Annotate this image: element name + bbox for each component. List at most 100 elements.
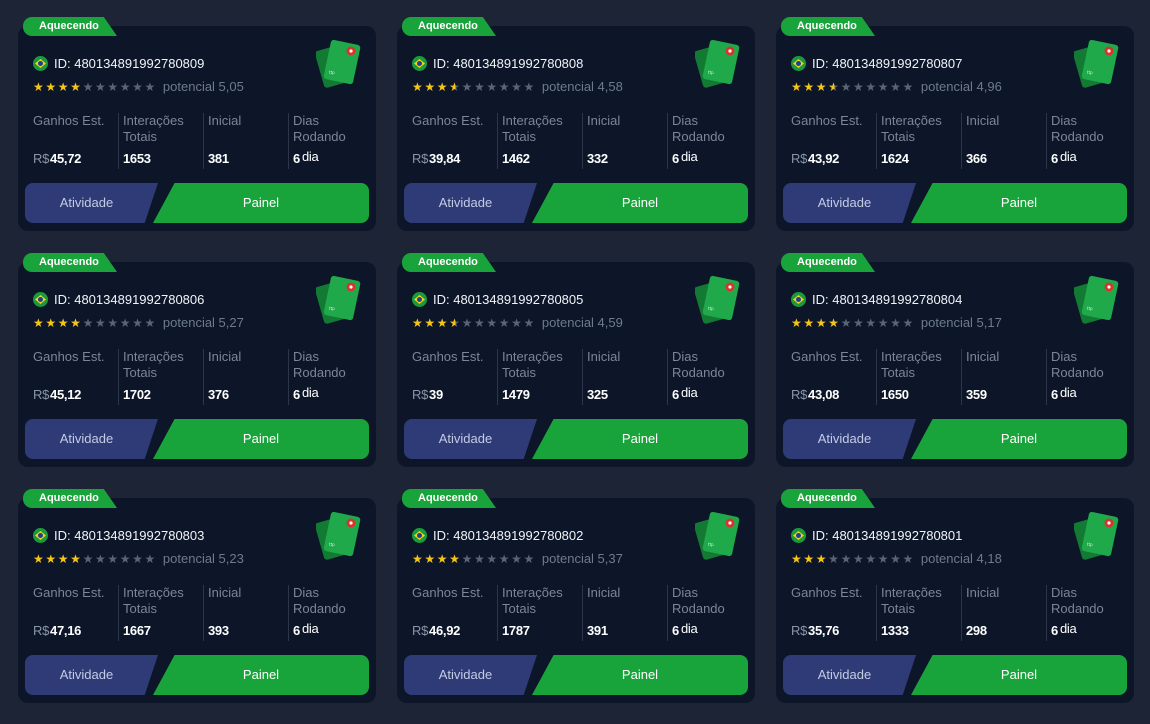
initial-value: 376 <box>208 387 229 402</box>
star-icon: ★ <box>865 551 877 566</box>
potential-text: potencial 5,27 <box>162 315 244 330</box>
stat-earnings: Ganhos Est. R$35,76 <box>791 585 876 641</box>
status-badge: Aquecendo <box>402 17 496 36</box>
brazil-flag-icon <box>412 56 427 71</box>
days-unit: dia <box>1059 621 1077 636</box>
star-icon: ★ <box>498 551 510 566</box>
activity-button[interactable]: Atividade <box>404 655 537 695</box>
activity-button[interactable]: Atividade <box>783 655 916 695</box>
panel-button[interactable]: Painel <box>153 655 369 695</box>
currency-symbol: R$ <box>791 387 808 402</box>
stat-label: Inicial <box>587 349 621 364</box>
panel-button[interactable]: Painel <box>153 419 369 459</box>
activity-button[interactable]: Atividade <box>404 419 537 459</box>
star-icon: ★ <box>511 79 522 94</box>
star-icon: ★ <box>523 79 535 94</box>
star-icon: ★ <box>94 551 106 566</box>
star-rating: ★ ★ ★ ★ ★ ★ ★ ★ ★ ★ <box>791 316 915 330</box>
interactions-value: 1787 <box>502 623 530 638</box>
sim-cards-icon: ttp <box>1074 275 1119 324</box>
star-icon: ★ <box>828 79 839 94</box>
earnings-value: 45,72 <box>50 151 82 166</box>
stat-earnings: Ganhos Est. R$43,92 <box>791 113 876 169</box>
stats-row: Ganhos Est. R$43,08 Interações Totais 16… <box>791 349 1131 405</box>
star-icon: ★ <box>82 551 94 566</box>
stat-value: 6 dia <box>672 149 698 166</box>
stat-days: Dias Rodando 6 dia <box>1046 349 1131 405</box>
stat-value: R$35,76 <box>791 623 839 638</box>
activity-button[interactable]: Atividade <box>25 419 158 459</box>
brazil-flag-icon <box>791 56 806 71</box>
status-badge: Aquecendo <box>781 17 875 36</box>
star-icon: ★ <box>144 551 156 566</box>
stat-days: Dias Rodando 6 dia <box>1046 585 1131 641</box>
account-id: ID: 480134891992780803 <box>54 528 205 543</box>
account-card: Aquecendo ttp ID: 480134891992780806 ★ ★ ★… <box>18 252 376 467</box>
stat-label: Inicial <box>966 585 1000 600</box>
stat-value: 6 dia <box>672 385 698 402</box>
stat-label: Interações Totais <box>881 585 942 616</box>
star-icon: ★ <box>890 315 901 330</box>
sim-cards-icon: ttp <box>695 511 740 560</box>
sim-cards-icon: ttp <box>695 39 740 88</box>
star-icon: ★ <box>57 551 69 566</box>
stat-earnings: Ganhos Est. R$47,16 <box>33 585 118 641</box>
interactions-value: 1653 <box>123 151 151 166</box>
currency-symbol: R$ <box>412 623 429 638</box>
initial-value: 298 <box>966 623 987 638</box>
days-value: 6 <box>672 151 679 166</box>
stat-days: Dias Rodando 6 dia <box>288 585 373 641</box>
rating-row: ★ ★ ★ ★ ★ ★ ★ ★ ★ ★ potencial 4,96 <box>791 79 1002 94</box>
stat-initial: Inicial 325 <box>582 349 667 405</box>
days-unit: dia <box>301 385 319 400</box>
star-rating: ★ ★ ★ ★ ★ ★ ★ ★ ★ ★ <box>412 552 536 566</box>
panel-button[interactable]: Painel <box>911 655 1127 695</box>
currency-symbol: R$ <box>33 623 50 638</box>
sim-cards-icon: ttp <box>316 511 361 560</box>
star-icon: ★ <box>57 79 69 94</box>
star-icon: ★ <box>523 551 535 566</box>
panel-button[interactable]: Painel <box>532 655 748 695</box>
panel-button[interactable]: Painel <box>911 183 1127 223</box>
activity-button[interactable]: Atividade <box>404 183 537 223</box>
stat-label: Dias Rodando <box>672 585 725 616</box>
activity-button[interactable]: Atividade <box>25 655 158 695</box>
star-icon: ★ <box>132 551 143 566</box>
star-icon: ★ <box>815 551 827 566</box>
days-value: 6 <box>293 387 300 402</box>
account-card: Aquecendo ttp ID: 480134891992780808 ★ ★ ★… <box>397 16 755 231</box>
initial-value: 359 <box>966 387 987 402</box>
account-id-row: ID: 480134891992780808 <box>412 56 583 71</box>
account-id: ID: 480134891992780805 <box>433 292 584 307</box>
panel-button[interactable]: Painel <box>153 183 369 223</box>
stat-initial: Inicial 381 <box>203 113 288 169</box>
initial-value: 393 <box>208 623 229 638</box>
activity-button[interactable]: Atividade <box>783 419 916 459</box>
status-badge: Aquecendo <box>402 489 496 508</box>
account-id-row: ID: 480134891992780806 <box>33 292 204 307</box>
sim-cards-icon: ttp <box>1074 39 1119 88</box>
panel-button[interactable]: Painel <box>532 419 748 459</box>
currency-symbol: R$ <box>33 387 50 402</box>
activity-button[interactable]: Atividade <box>783 183 916 223</box>
star-icon: ★ <box>791 315 802 330</box>
panel-button[interactable]: Painel <box>532 183 748 223</box>
stat-label: Inicial <box>966 349 1000 364</box>
star-icon: ★ <box>828 551 839 566</box>
stat-initial: Inicial 393 <box>203 585 288 641</box>
stat-value: 6 dia <box>672 621 698 638</box>
star-icon: ★ <box>424 315 436 330</box>
stat-label: Inicial <box>208 585 242 600</box>
days-value: 6 <box>1051 387 1058 402</box>
initial-value: 332 <box>587 151 608 166</box>
stat-label: Inicial <box>587 113 621 128</box>
days-value: 6 <box>672 623 679 638</box>
stat-label: Ganhos Est. <box>33 113 105 128</box>
stat-label: Ganhos Est. <box>791 113 863 128</box>
star-icon: ★ <box>412 79 423 94</box>
panel-button[interactable]: Painel <box>911 419 1127 459</box>
status-badge: Aquecendo <box>402 253 496 272</box>
sim-cards-icon: ttp <box>695 275 740 324</box>
stat-label: Dias Rodando <box>293 349 346 380</box>
activity-button[interactable]: Atividade <box>25 183 158 223</box>
